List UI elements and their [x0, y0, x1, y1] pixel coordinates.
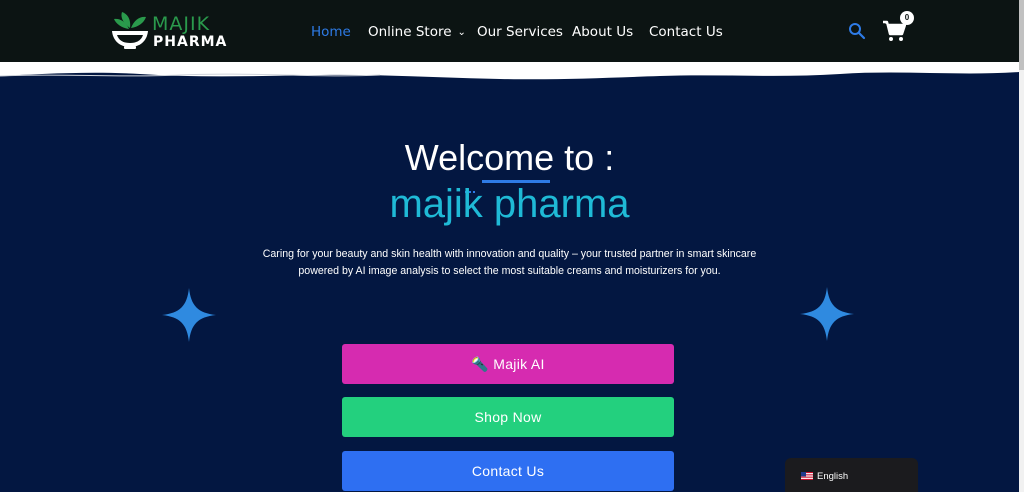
nav-online-store[interactable]: Online Store ⌄ — [368, 24, 466, 40]
language-label: English — [817, 471, 849, 482]
sparkle-left-icon — [162, 288, 216, 342]
hero-subtitle: majik pharma — [389, 182, 630, 226]
search-icon[interactable] — [848, 22, 866, 40]
nav-contact-us[interactable]: Contact Us — [649, 24, 723, 40]
language-switcher[interactable]: English — [785, 458, 918, 492]
shop-now-button[interactable]: Shop Now — [342, 397, 674, 437]
scrollbar-thumb[interactable] — [1019, 0, 1024, 70]
nav-our-services[interactable]: Our Services — [477, 24, 563, 40]
page: MAJIK PHARMA Home Online Store ⌄ Our Serv… — [0, 0, 1019, 492]
sparkle-right-icon — [800, 287, 854, 341]
logo[interactable]: MAJIK PHARMA — [110, 8, 228, 56]
us-flag-icon — [801, 472, 813, 480]
logo-text-majik: MAJIK — [152, 13, 211, 35]
scrollbar[interactable] — [1019, 0, 1024, 492]
logo-text-pharma: PHARMA — [153, 34, 228, 50]
nav-online-store-label: Online Store — [368, 24, 452, 40]
chevron-down-icon: ⌄ — [457, 27, 466, 38]
mortar-leaf-logo-icon — [112, 12, 148, 49]
majik-ai-button[interactable]: 🔦 Majik AI — [342, 344, 674, 384]
site-header: MAJIK PHARMA Home Online Store ⌄ Our Serv… — [0, 0, 1019, 66]
header-wave-divider — [0, 62, 1019, 80]
nav-about-us[interactable]: About Us — [572, 24, 633, 40]
hero-title: Welcome to : — [404, 137, 615, 178]
cart-count-badge: 0 — [900, 11, 914, 25]
nav-home[interactable]: Home — [311, 24, 351, 40]
hero-description: Caring for your beauty and skin health w… — [262, 248, 757, 277]
contact-us-button[interactable]: Contact Us — [342, 451, 674, 491]
